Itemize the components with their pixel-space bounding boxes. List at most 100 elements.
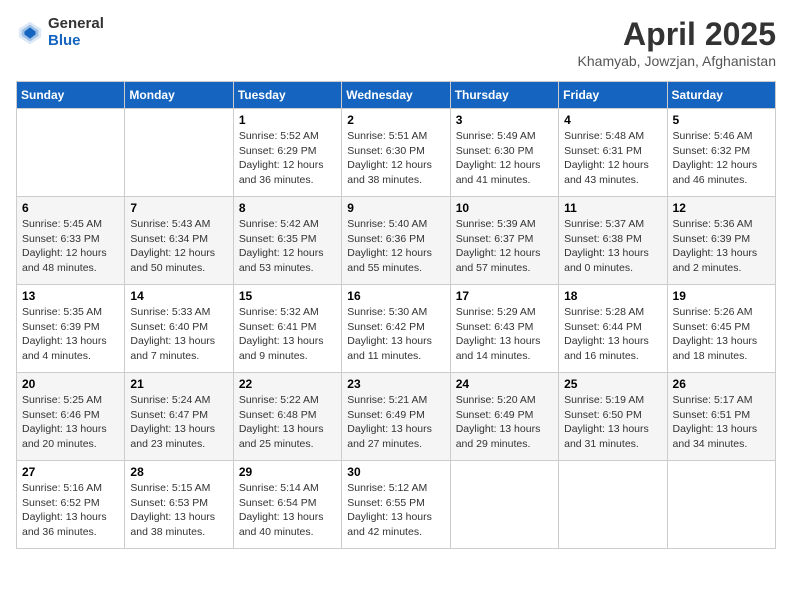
day-number: 9 (347, 201, 444, 215)
calendar-cell (667, 461, 775, 549)
header-row: SundayMondayTuesdayWednesdayThursdayFrid… (17, 82, 776, 109)
day-info: Sunrise: 5:24 AMSunset: 6:47 PMDaylight:… (130, 393, 227, 452)
day-number: 18 (564, 289, 661, 303)
weekday-header: Tuesday (233, 82, 341, 109)
calendar-week-row: 27 Sunrise: 5:16 AMSunset: 6:52 PMDayligh… (17, 461, 776, 549)
day-info: Sunrise: 5:36 AMSunset: 6:39 PMDaylight:… (673, 217, 770, 276)
day-number: 4 (564, 113, 661, 127)
day-info: Sunrise: 5:40 AMSunset: 6:36 PMDaylight:… (347, 217, 444, 276)
day-number: 3 (456, 113, 553, 127)
calendar-cell: 5 Sunrise: 5:46 AMSunset: 6:32 PMDaylight… (667, 109, 775, 197)
calendar-cell: 7 Sunrise: 5:43 AMSunset: 6:34 PMDaylight… (125, 197, 233, 285)
calendar-cell: 22 Sunrise: 5:22 AMSunset: 6:48 PMDayligh… (233, 373, 341, 461)
day-info: Sunrise: 5:33 AMSunset: 6:40 PMDaylight:… (130, 305, 227, 364)
calendar-cell: 28 Sunrise: 5:15 AMSunset: 6:53 PMDayligh… (125, 461, 233, 549)
calendar-week-row: 20 Sunrise: 5:25 AMSunset: 6:46 PMDayligh… (17, 373, 776, 461)
day-number: 28 (130, 465, 227, 479)
calendar-cell: 12Sunrise: 5:36 AMSunset: 6:39 PMDayligh… (667, 197, 775, 285)
day-info: Sunrise: 5:26 AMSunset: 6:45 PMDaylight:… (673, 305, 770, 364)
weekday-header: Sunday (17, 82, 125, 109)
calendar-cell: 2 Sunrise: 5:51 AMSunset: 6:30 PMDaylight… (342, 109, 450, 197)
calendar-cell: 24Sunrise: 5:20 AMSunset: 6:49 PMDayligh… (450, 373, 558, 461)
calendar-cell: 16Sunrise: 5:30 AMSunset: 6:42 PMDayligh… (342, 285, 450, 373)
day-number: 5 (673, 113, 770, 127)
calendar-cell (559, 461, 667, 549)
day-number: 27 (22, 465, 119, 479)
day-info: Sunrise: 5:43 AMSunset: 6:34 PMDaylight:… (130, 217, 227, 276)
calendar-cell: 23 Sunrise: 5:21 AMSunset: 6:49 PMDayligh… (342, 373, 450, 461)
day-info: Sunrise: 5:29 AMSunset: 6:43 PMDaylight:… (456, 305, 553, 364)
day-number: 30 (347, 465, 444, 479)
calendar-cell: 21Sunrise: 5:24 AMSunset: 6:47 PMDayligh… (125, 373, 233, 461)
logo-text: General Blue (48, 16, 104, 49)
day-number: 25 (564, 377, 661, 391)
calendar-cell: 25Sunrise: 5:19 AMSunset: 6:50 PMDayligh… (559, 373, 667, 461)
day-info: Sunrise: 5:52 AMSunset: 6:29 PMDaylight:… (239, 129, 336, 188)
calendar-cell: 18 Sunrise: 5:28 AMSunset: 6:44 PMDayligh… (559, 285, 667, 373)
subtitle: Khamyab, Jowzjan, Afghanistan (578, 53, 776, 69)
calendar-cell: 6Sunrise: 5:45 AMSunset: 6:33 PMDaylight… (17, 197, 125, 285)
calendar-table: SundayMondayTuesdayWednesdayThursdayFrid… (16, 81, 776, 549)
calendar-cell (125, 109, 233, 197)
day-number: 2 (347, 113, 444, 127)
day-info: Sunrise: 5:32 AMSunset: 6:41 PMDaylight:… (239, 305, 336, 364)
day-number: 29 (239, 465, 336, 479)
day-info: Sunrise: 5:35 AMSunset: 6:39 PMDaylight:… (22, 305, 119, 364)
day-info: Sunrise: 5:37 AMSunset: 6:38 PMDaylight:… (564, 217, 661, 276)
calendar-cell (17, 109, 125, 197)
day-info: Sunrise: 5:30 AMSunset: 6:42 PMDaylight:… (347, 305, 444, 364)
day-info: Sunrise: 5:49 AMSunset: 6:30 PMDaylight:… (456, 129, 553, 188)
weekday-header: Thursday (450, 82, 558, 109)
calendar-cell: 17 Sunrise: 5:29 AMSunset: 6:43 PMDayligh… (450, 285, 558, 373)
calendar-cell: 15Sunrise: 5:32 AMSunset: 6:41 PMDayligh… (233, 285, 341, 373)
calendar-cell: 9 Sunrise: 5:40 AMSunset: 6:36 PMDaylight… (342, 197, 450, 285)
day-number: 11 (564, 201, 661, 215)
day-info: Sunrise: 5:16 AMSunset: 6:52 PMDaylight:… (22, 481, 119, 540)
calendar-cell: 19Sunrise: 5:26 AMSunset: 6:45 PMDayligh… (667, 285, 775, 373)
day-number: 22 (239, 377, 336, 391)
day-number: 26 (673, 377, 770, 391)
day-info: Sunrise: 5:14 AMSunset: 6:54 PMDaylight:… (239, 481, 336, 540)
calendar-cell (450, 461, 558, 549)
calendar-cell: 4 Sunrise: 5:48 AMSunset: 6:31 PMDaylight… (559, 109, 667, 197)
logo-general-text: General (48, 16, 104, 33)
day-info: Sunrise: 5:20 AMSunset: 6:49 PMDaylight:… (456, 393, 553, 452)
day-number: 17 (456, 289, 553, 303)
logo-blue-text: Blue (48, 33, 104, 50)
weekday-header: Saturday (667, 82, 775, 109)
calendar-cell: 27 Sunrise: 5:16 AMSunset: 6:52 PMDayligh… (17, 461, 125, 549)
calendar-cell: 14 Sunrise: 5:33 AMSunset: 6:40 PMDayligh… (125, 285, 233, 373)
day-info: Sunrise: 5:48 AMSunset: 6:31 PMDaylight:… (564, 129, 661, 188)
calendar-cell: 11 Sunrise: 5:37 AMSunset: 6:38 PMDayligh… (559, 197, 667, 285)
day-info: Sunrise: 5:21 AMSunset: 6:49 PMDaylight:… (347, 393, 444, 452)
day-number: 7 (130, 201, 227, 215)
day-info: Sunrise: 5:45 AMSunset: 6:33 PMDaylight:… (22, 217, 119, 276)
day-number: 10 (456, 201, 553, 215)
day-number: 20 (22, 377, 119, 391)
weekday-header: Friday (559, 82, 667, 109)
calendar-cell: 3 Sunrise: 5:49 AMSunset: 6:30 PMDaylight… (450, 109, 558, 197)
main-title: April 2025 (578, 16, 776, 53)
day-number: 23 (347, 377, 444, 391)
day-number: 13 (22, 289, 119, 303)
calendar-cell: 29 Sunrise: 5:14 AMSunset: 6:54 PMDayligh… (233, 461, 341, 549)
day-info: Sunrise: 5:39 AMSunset: 6:37 PMDaylight:… (456, 217, 553, 276)
header: General Blue April 2025 Khamyab, Jowzjan… (16, 16, 776, 69)
logo-icon (16, 19, 44, 47)
day-info: Sunrise: 5:51 AMSunset: 6:30 PMDaylight:… (347, 129, 444, 188)
day-number: 14 (130, 289, 227, 303)
calendar-cell: 8Sunrise: 5:42 AMSunset: 6:35 PMDaylight… (233, 197, 341, 285)
day-info: Sunrise: 5:12 AMSunset: 6:55 PMDaylight:… (347, 481, 444, 540)
day-info: Sunrise: 5:46 AMSunset: 6:32 PMDaylight:… (673, 129, 770, 188)
day-info: Sunrise: 5:28 AMSunset: 6:44 PMDaylight:… (564, 305, 661, 364)
day-info: Sunrise: 5:25 AMSunset: 6:46 PMDaylight:… (22, 393, 119, 452)
title-section: April 2025 Khamyab, Jowzjan, Afghanistan (578, 16, 776, 69)
calendar-week-row: 6Sunrise: 5:45 AMSunset: 6:33 PMDaylight… (17, 197, 776, 285)
calendar-week-row: 13 Sunrise: 5:35 AMSunset: 6:39 PMDayligh… (17, 285, 776, 373)
day-info: Sunrise: 5:15 AMSunset: 6:53 PMDaylight:… (130, 481, 227, 540)
calendar-cell: 20 Sunrise: 5:25 AMSunset: 6:46 PMDayligh… (17, 373, 125, 461)
day-number: 8 (239, 201, 336, 215)
day-info: Sunrise: 5:22 AMSunset: 6:48 PMDaylight:… (239, 393, 336, 452)
calendar-cell: 1Sunrise: 5:52 AMSunset: 6:29 PMDaylight… (233, 109, 341, 197)
calendar-cell: 26Sunrise: 5:17 AMSunset: 6:51 PMDayligh… (667, 373, 775, 461)
